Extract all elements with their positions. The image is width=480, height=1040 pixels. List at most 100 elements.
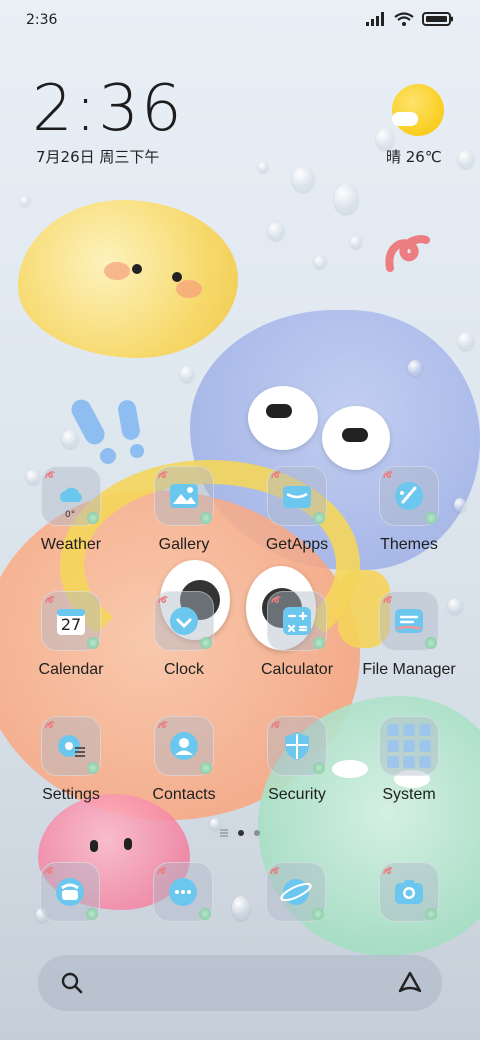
dock-messages[interactable] xyxy=(153,862,213,922)
badge-drop-icon xyxy=(425,908,437,920)
badge-swirl-icon xyxy=(45,471,55,479)
blue-exclamation-dot-left xyxy=(100,448,116,464)
app-file-manager[interactable]: File Manager xyxy=(353,591,465,679)
water-drop xyxy=(292,166,314,192)
system-folder-icon xyxy=(379,716,439,776)
badge-swirl-icon xyxy=(45,596,55,604)
app-label: Settings xyxy=(42,786,100,803)
badge-drop-icon xyxy=(87,637,99,649)
badge-drop-icon xyxy=(87,762,99,774)
app-contacts[interactable]: Contacts xyxy=(128,716,240,804)
gear-glyph xyxy=(58,735,85,757)
sun-cloud-icon[interactable] xyxy=(392,84,444,136)
page-dot[interactable] xyxy=(254,830,260,836)
settings-icon xyxy=(41,716,101,776)
badge-swirl-icon xyxy=(271,721,281,729)
badge-swirl-icon xyxy=(158,721,168,729)
water-drop xyxy=(62,430,78,448)
badge-drop-icon xyxy=(87,512,99,524)
calculator-icon xyxy=(267,591,327,651)
yellow-blob-character xyxy=(18,200,238,358)
badge-drop-icon xyxy=(199,908,211,920)
badge-swirl-icon xyxy=(383,867,393,875)
app-label: Calculator xyxy=(260,661,334,678)
camera-icon xyxy=(395,880,423,904)
battery-icon xyxy=(422,12,453,26)
app-weather[interactable]: 0° Weather xyxy=(15,466,127,554)
badge-drop-icon xyxy=(200,637,212,649)
app-getapps[interactable]: GetApps xyxy=(241,466,353,554)
badge-swirl-icon xyxy=(158,471,168,479)
app-themes[interactable]: Themes xyxy=(353,466,465,554)
signal-icon xyxy=(366,12,384,26)
pink-blob-eye-left xyxy=(90,840,98,852)
weather-widget-text[interactable]: 晴 26℃ xyxy=(386,146,442,167)
app-security[interactable]: Security xyxy=(241,716,353,804)
clock-widget-time[interactable]: 2:36 xyxy=(32,72,184,146)
dock-camera[interactable] xyxy=(379,862,439,922)
app-label: Clock xyxy=(163,661,204,678)
clock-widget-date: 7月26日 周三下午 xyxy=(36,148,160,166)
app-settings[interactable]: Settings xyxy=(15,716,127,804)
blue-exclamation-right xyxy=(116,398,142,442)
water-drop xyxy=(334,184,358,214)
yellow-blob-cheek-left xyxy=(104,262,130,280)
weather-icon: 0° xyxy=(41,466,101,526)
gallery-icon xyxy=(154,466,214,526)
search-icon[interactable] xyxy=(60,971,84,995)
menu-lines-icon[interactable] xyxy=(220,829,228,837)
folder-glyph xyxy=(395,609,423,633)
dock-browser[interactable] xyxy=(266,862,326,922)
blue-blob-pupil-right xyxy=(342,428,368,442)
badge-drop-icon xyxy=(313,512,325,524)
themes-icon xyxy=(379,466,439,526)
app-label: Weather xyxy=(40,536,102,553)
status-time: 2:36 xyxy=(26,12,58,28)
clock-glyph xyxy=(170,607,198,635)
red-squiggle xyxy=(385,235,430,272)
assistant-icon[interactable] xyxy=(396,969,424,997)
app-gallery[interactable]: Gallery xyxy=(128,466,240,554)
water-drop xyxy=(268,222,284,240)
badge-drop-icon xyxy=(200,762,212,774)
calendar-day-number: 27 xyxy=(60,615,82,634)
badge-drop-icon xyxy=(86,908,98,920)
badge-swirl-icon xyxy=(44,867,54,875)
clock-icon xyxy=(154,591,214,651)
app-calendar[interactable]: 27 Calendar xyxy=(15,591,127,679)
picture-glyph xyxy=(170,484,198,508)
weather-temp-detail: 0° xyxy=(65,510,76,520)
badge-swirl-icon xyxy=(157,867,167,875)
badge-drop-icon xyxy=(200,512,212,524)
badge-swirl-icon xyxy=(271,596,281,604)
page-dot-active[interactable] xyxy=(238,830,244,836)
app-label: Themes xyxy=(380,536,438,553)
app-label: Contacts xyxy=(152,786,216,803)
blue-blob-eye-left xyxy=(248,386,318,450)
phone-icon xyxy=(56,878,84,906)
dock-phone[interactable] xyxy=(40,862,100,922)
app-calculator[interactable]: Calculator xyxy=(241,591,353,679)
app-label: Gallery xyxy=(158,536,210,553)
calendar-icon: 27 xyxy=(41,591,101,651)
status-bar: 2:36 xyxy=(0,0,480,42)
water-drop xyxy=(180,366,194,382)
badge-drop-icon xyxy=(425,512,437,524)
blue-exclamation-dot-right xyxy=(130,444,144,458)
getapps-icon xyxy=(267,466,327,526)
app-label: Security xyxy=(268,786,326,803)
search-bar[interactable] xyxy=(38,955,442,1011)
page-indicator[interactable] xyxy=(0,829,480,837)
app-label: System xyxy=(382,786,436,803)
app-clock[interactable]: Clock xyxy=(128,591,240,679)
folder-grid-glyph xyxy=(387,724,431,768)
yellow-blob-cheek-right xyxy=(176,280,202,298)
app-system-folder[interactable]: System xyxy=(353,716,465,804)
water-drop xyxy=(20,196,30,206)
water-drop xyxy=(258,162,268,172)
browser-icon xyxy=(280,879,312,905)
water-drop xyxy=(458,150,474,168)
yellow-blob-eye-left xyxy=(132,264,142,274)
weather-cloud-shape xyxy=(392,112,418,126)
app-label: File Manager xyxy=(362,661,456,678)
